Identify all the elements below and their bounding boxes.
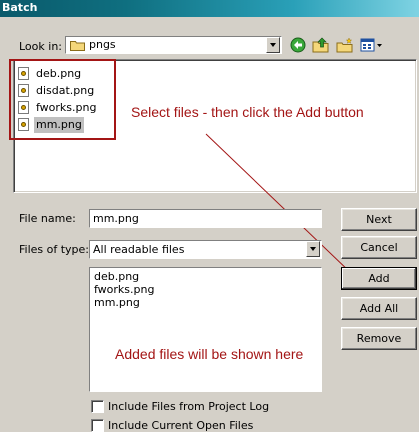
filename-value: mm.png [93, 212, 139, 225]
project-log-label: Include Files from Project Log [108, 400, 270, 413]
added-file-item[interactable]: mm.png [94, 296, 154, 309]
filetype-value: All readable files [93, 243, 185, 256]
filetype-label: Files of type: [19, 243, 90, 256]
added-file-item[interactable]: deb.png [94, 270, 154, 283]
add-button[interactable]: Add [341, 267, 417, 290]
add-all-button[interactable]: Add All [341, 297, 417, 320]
filename-input[interactable]: mm.png [89, 209, 322, 228]
filetype-select[interactable]: All readable files [89, 240, 322, 259]
cancel-button[interactable]: Cancel [341, 236, 417, 259]
remove-button[interactable]: Remove [341, 327, 417, 350]
filename-label: File name: [19, 212, 76, 225]
added-file-item[interactable]: fworks.png [94, 283, 154, 296]
added-files-annotation: Added files will be shown here [115, 346, 304, 362]
next-button[interactable]: Next [341, 208, 417, 231]
filetype-dropdown-button[interactable] [306, 241, 320, 257]
open-files-label: Include Current Open Files [108, 419, 254, 432]
project-log-checkbox[interactable] [91, 400, 104, 413]
open-files-checkbox[interactable] [91, 419, 104, 432]
added-files-list[interactable]: deb.png fworks.png mm.png Added files wi… [89, 267, 322, 392]
